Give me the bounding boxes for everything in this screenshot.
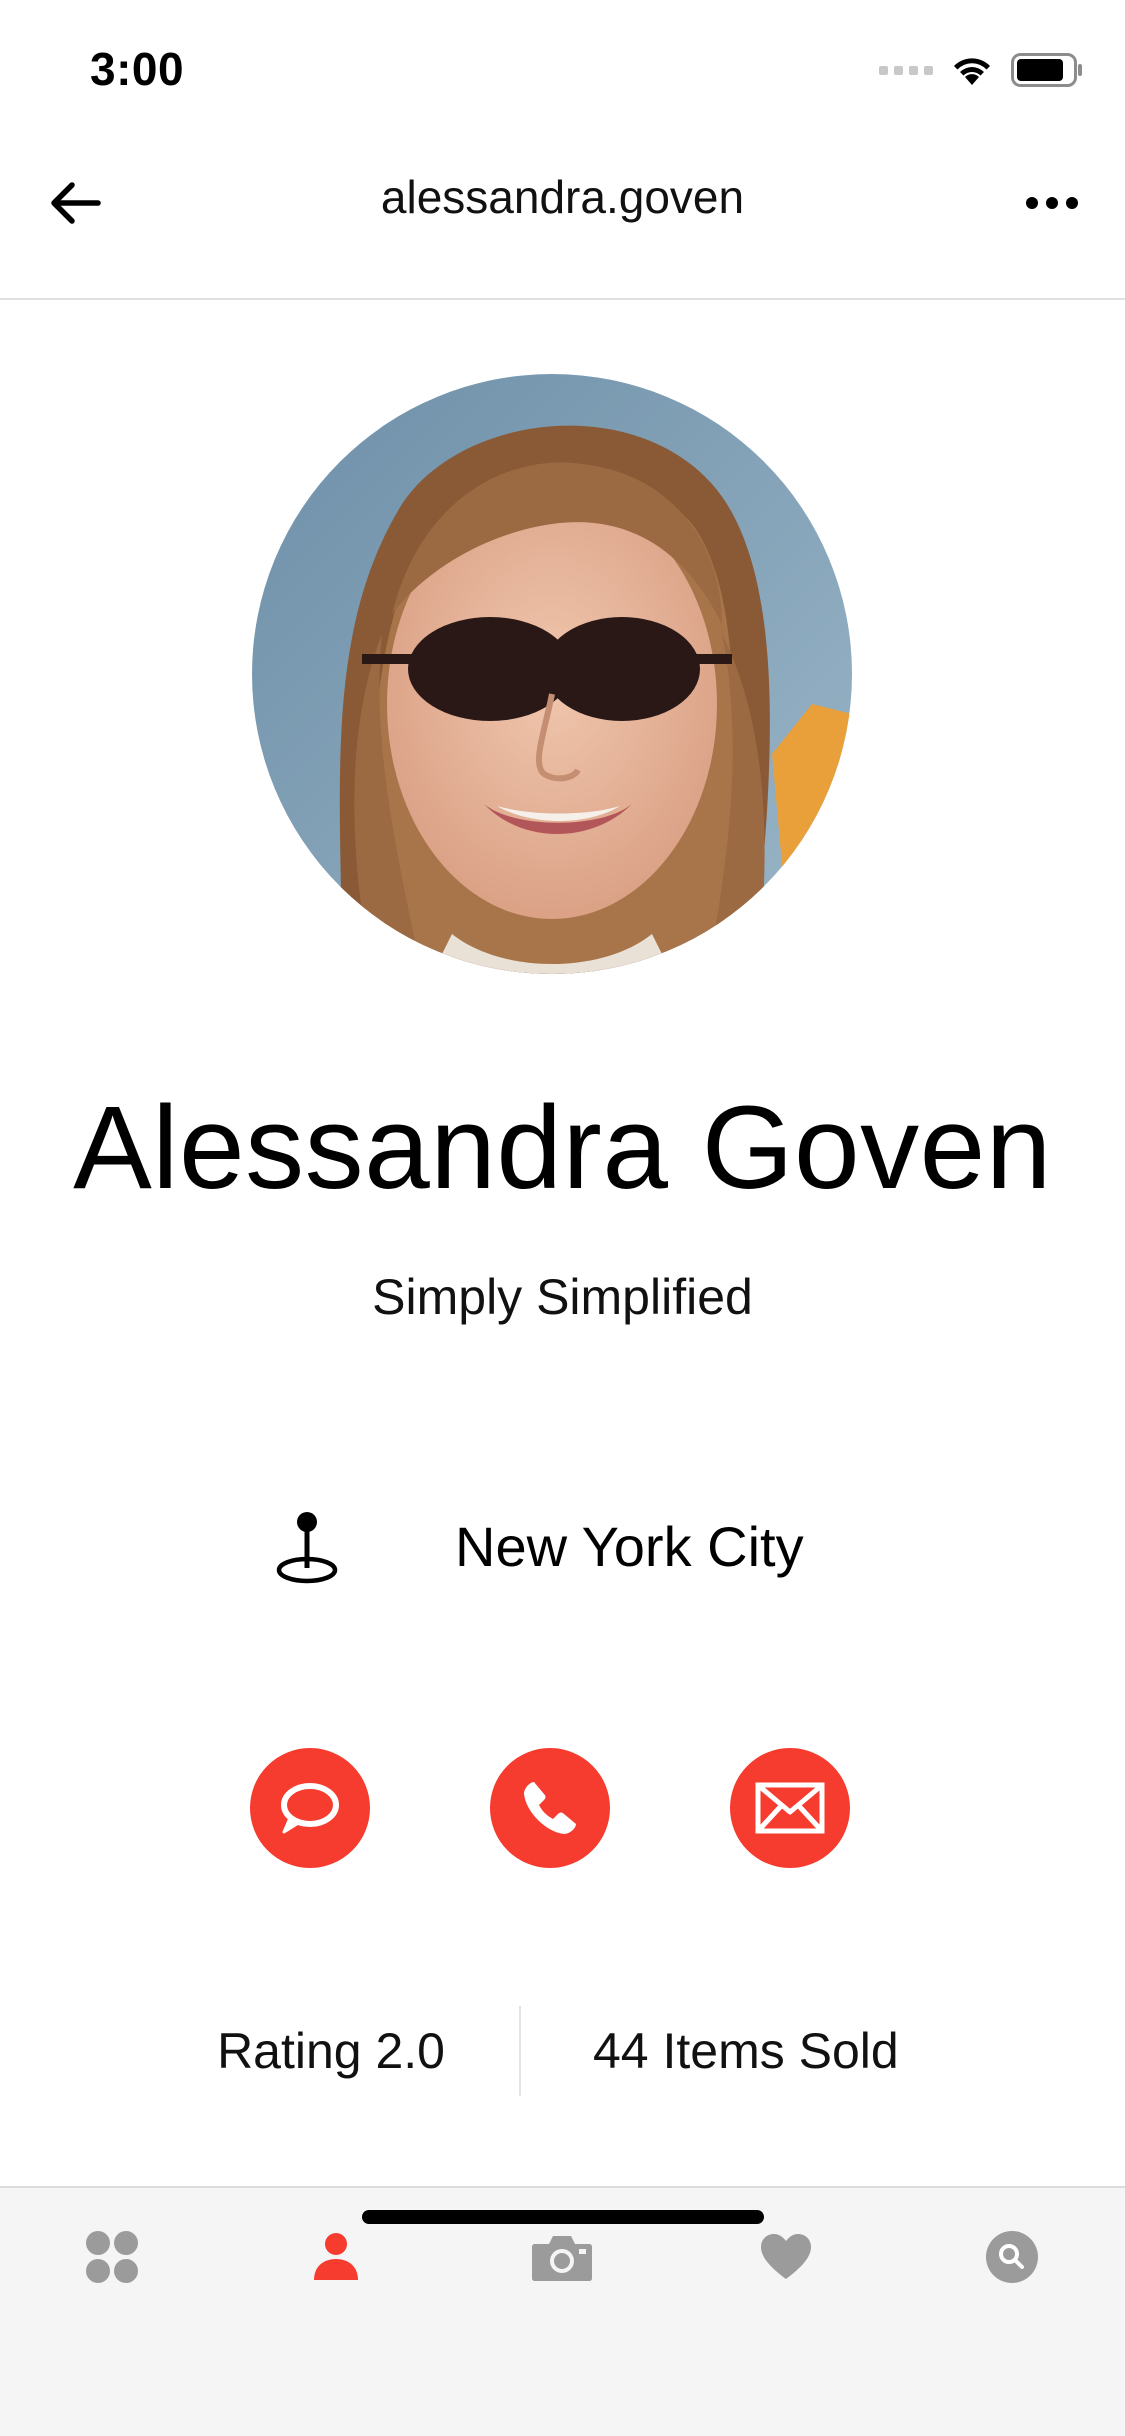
profile-tagline: Simply Simplified — [372, 1269, 753, 1325]
tab-camera[interactable] — [522, 2222, 602, 2292]
more-options-button[interactable] — [1017, 168, 1087, 238]
location-row: New York City — [0, 1500, 1125, 1590]
heart-icon — [761, 2234, 811, 2279]
call-button[interactable] — [490, 1748, 610, 1868]
phone-icon — [524, 1782, 576, 1834]
home-indicator — [362, 2210, 764, 2224]
message-button[interactable] — [250, 1748, 370, 1868]
envelope-icon — [755, 1782, 825, 1834]
avatar — [252, 374, 852, 974]
tab-home[interactable] — [72, 2222, 152, 2292]
page-title: alessandra.goven — [380, 171, 745, 223]
map-pin-icon — [276, 1512, 338, 1584]
location-text: New York City — [455, 1515, 804, 1578]
status-time: 3:00 — [90, 43, 185, 95]
status-icons — [879, 50, 1083, 90]
email-button[interactable] — [730, 1748, 850, 1868]
cellular-signal-icon — [879, 65, 933, 75]
search-icon — [986, 2231, 1038, 2283]
profile-icon — [314, 2233, 358, 2280]
tab-search[interactable] — [972, 2222, 1052, 2292]
battery-icon — [1011, 53, 1083, 87]
nav-header: alessandra.goven — [0, 140, 1125, 300]
more-dots-icon — [1026, 197, 1038, 209]
stats-divider — [519, 2006, 521, 2096]
tab-profile[interactable] — [296, 2222, 376, 2292]
profile-name: Alessandra Goven — [73, 1082, 1052, 1214]
chat-bubble-icon — [281, 1783, 339, 1834]
grid-icon — [86, 2231, 138, 2283]
status-bar: 3:00 — [0, 0, 1125, 140]
rating-stat: Rating 2.0 — [217, 2023, 445, 2079]
contact-actions — [0, 1748, 1125, 1868]
items-sold-stat: 44 Items Sold — [593, 2023, 899, 2079]
camera-icon — [532, 2236, 592, 2281]
tab-favorites[interactable] — [746, 2222, 826, 2292]
wifi-icon — [951, 53, 993, 87]
seller-stats: Rating 2.0 44 Items Sold — [0, 2006, 1125, 2096]
